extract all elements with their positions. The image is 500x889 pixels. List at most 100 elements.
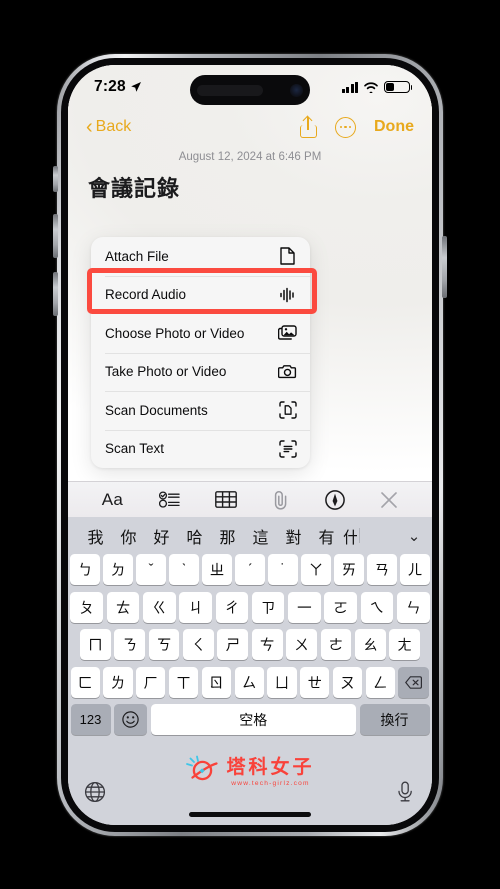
key[interactable]: ㄠ: [354, 629, 386, 660]
key[interactable]: ㄉ: [103, 554, 133, 585]
chevron-down-icon[interactable]: ⌄: [405, 527, 423, 545]
key[interactable]: ㄛ: [324, 591, 357, 623]
key[interactable]: ㄤ: [389, 629, 420, 660]
note-timestamp: August 12, 2024 at 6:46 PM: [178, 151, 322, 163]
globe-keyboard-switch-icon[interactable]: [82, 781, 108, 803]
key[interactable]: ˇ: [136, 554, 166, 585]
menu-item-label: Choose Photo or Video: [105, 325, 245, 341]
key[interactable]: ㄈ: [70, 666, 100, 698]
key[interactable]: ㄥ: [365, 666, 395, 698]
screenshot-canvas: 7:28 ‹ Back Done August 12, 2024 at 6:46…: [0, 0, 500, 889]
key[interactable]: ㄑ: [183, 629, 214, 660]
key[interactable]: ㄜ: [320, 629, 352, 660]
close-toolbar-button[interactable]: [380, 487, 398, 513]
back-button-label: Back: [95, 118, 132, 135]
key[interactable]: ㄎ: [148, 629, 180, 660]
document-icon: [278, 247, 297, 266]
home-indicator[interactable]: [189, 812, 311, 817]
candidate-item[interactable]: 好: [145, 524, 178, 548]
menu-item-scan-documents[interactable]: Scan Documents: [91, 391, 310, 430]
keyboard-bottom-row: 123 空格 換行: [68, 704, 432, 735]
microphone-dictation-icon[interactable]: [392, 781, 418, 804]
space-key[interactable]: 空格: [150, 704, 356, 735]
share-icon[interactable]: [300, 116, 317, 138]
table-icon: [215, 491, 238, 508]
status-time-group: 7:28: [94, 78, 142, 96]
key[interactable]: ㄗ: [251, 591, 285, 623]
power-button[interactable]: [442, 236, 447, 298]
key[interactable]: ㄋ: [114, 629, 146, 660]
watermark-brand: 塔科女子: [226, 757, 315, 778]
key[interactable]: ㄟ: [360, 591, 394, 623]
candidate-item[interactable]: 有: [310, 524, 343, 548]
delete-backward-icon: [405, 675, 423, 689]
more-ellipsis-circle-icon[interactable]: [335, 116, 356, 138]
menu-item-choose-photo-or-video[interactable]: Choose Photo or Video: [91, 314, 310, 353]
table-button[interactable]: [215, 487, 238, 513]
key[interactable]: ㄖ: [201, 666, 231, 698]
key[interactable]: ㄌ: [103, 666, 133, 698]
key[interactable]: ㄨ: [286, 629, 317, 660]
menu-item-label: Scan Text: [105, 441, 165, 457]
key[interactable]: ㄊ: [106, 591, 140, 623]
markup-button[interactable]: [324, 487, 345, 513]
key[interactable]: ˋ: [169, 554, 199, 585]
key[interactable]: ㄒ: [168, 666, 199, 698]
chevron-left-icon: ‹: [86, 116, 93, 138]
site-watermark: 塔科女子 www.tech-girlz.com: [185, 752, 314, 787]
return-key[interactable]: 換行: [359, 704, 430, 735]
menu-item-label: Record Audio: [105, 287, 187, 303]
key[interactable]: ㄆ: [70, 591, 104, 623]
key[interactable]: ㄚ: [301, 554, 331, 585]
key[interactable]: ㄕ: [217, 629, 249, 660]
silent-switch[interactable]: [53, 166, 58, 192]
key[interactable]: ㄏ: [136, 666, 166, 698]
dynamic-island: [190, 75, 310, 105]
menu-item-record-audio[interactable]: Record Audio: [91, 275, 310, 315]
wifi-icon: [364, 82, 378, 93]
volume-down-button[interactable]: [53, 272, 58, 316]
key[interactable]: ˊ: [235, 554, 265, 585]
key[interactable]: ˙: [268, 554, 298, 585]
numeric-key[interactable]: 123: [70, 704, 111, 735]
menu-item-label: Scan Documents: [105, 402, 208, 418]
menu-item-scan-text[interactable]: Scan Text: [91, 429, 310, 469]
candidate-item[interactable]: 哈: [178, 524, 211, 548]
key[interactable]: ㄔ: [215, 591, 249, 623]
text-format-button[interactable]: Aa: [102, 487, 123, 513]
backspace-key[interactable]: [398, 666, 430, 698]
key[interactable]: ㄇ: [80, 629, 111, 660]
candidate-item[interactable]: 我: [79, 524, 112, 548]
menu-item-take-photo-or-video[interactable]: Take Photo or Video: [91, 352, 310, 392]
key[interactable]: ㄡ: [332, 666, 363, 698]
key[interactable]: ㄅ: [70, 554, 100, 585]
key[interactable]: ㄝ: [300, 666, 330, 698]
key[interactable]: ㄞ: [334, 554, 364, 585]
key[interactable]: ㄘ: [251, 629, 283, 660]
key[interactable]: ㄐ: [179, 591, 212, 623]
markup-pen-icon: [324, 489, 345, 510]
candidate-item[interactable]: 那: [211, 524, 244, 548]
candidate-item[interactable]: 這: [244, 524, 277, 548]
volume-up-button[interactable]: [53, 214, 58, 258]
key[interactable]: ㄦ: [400, 554, 430, 585]
menu-item-attach-file[interactable]: Attach File: [91, 237, 310, 276]
planet-logo-icon: [186, 755, 218, 780]
candidate-item[interactable]: 你: [112, 524, 145, 548]
attachment-button[interactable]: [273, 487, 289, 513]
checklist-button[interactable]: [158, 487, 180, 513]
emoji-key[interactable]: [114, 704, 148, 735]
key[interactable]: 一: [288, 591, 321, 623]
candidate-item[interactable]: 對: [277, 524, 310, 548]
earpiece-speaker: [197, 84, 263, 96]
key[interactable]: ㄣ: [396, 591, 430, 623]
key[interactable]: ㄙ: [234, 666, 264, 698]
key[interactable]: ㄢ: [367, 554, 397, 585]
key[interactable]: ㄍ: [143, 591, 176, 623]
back-button[interactable]: ‹ Back: [86, 117, 131, 137]
candidate-item-clipped[interactable]: 什: [343, 524, 357, 548]
paperclip-icon: [274, 490, 287, 510]
key[interactable]: ㄩ: [267, 666, 297, 698]
key[interactable]: ㄓ: [202, 554, 232, 585]
done-button[interactable]: Done: [374, 118, 414, 136]
